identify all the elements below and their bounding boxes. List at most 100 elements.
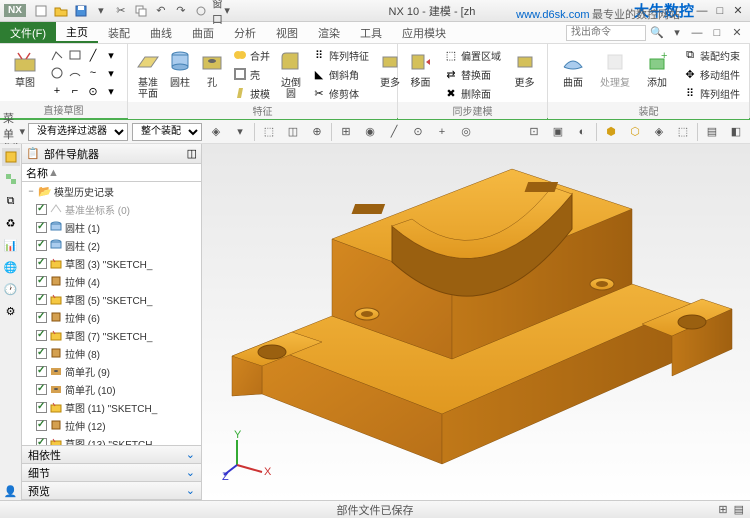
checkbox[interactable] — [36, 420, 47, 431]
offset-region-button[interactable]: ⬚偏置区域 — [441, 46, 504, 64]
sel7-icon[interactable]: ◉ — [360, 122, 380, 142]
tab-tools[interactable]: 工具 — [350, 22, 392, 43]
circle-icon[interactable] — [48, 64, 66, 82]
view1-icon[interactable]: ⊡ — [524, 122, 544, 142]
child-max-icon[interactable]: □ — [708, 24, 726, 42]
asm-nav-icon[interactable] — [2, 170, 20, 188]
browser-icon[interactable]: 🌐 — [2, 258, 20, 276]
tree-item[interactable]: 草图 (5) "SKETCH_ — [22, 290, 201, 308]
spline-icon[interactable]: ~ — [84, 64, 102, 82]
scope-select[interactable]: 整个装配 — [132, 123, 202, 141]
open-icon[interactable] — [52, 2, 70, 20]
delete-face-button[interactable]: ✖删除面 — [441, 84, 504, 102]
datum-plane-button[interactable]: 基准平面 — [134, 46, 162, 100]
tab-analysis[interactable]: 分析 — [224, 22, 266, 43]
tab-curve[interactable]: 曲线 — [140, 22, 182, 43]
sel5-icon[interactable]: ⊕ — [307, 122, 327, 142]
tree-item[interactable]: 草图 (13) "SKETCH_ — [22, 434, 201, 445]
window-menu[interactable]: 窗口▾ — [212, 2, 230, 20]
sketch-button[interactable]: 草图 — [6, 46, 44, 89]
checkbox[interactable] — [36, 222, 47, 233]
sel3-icon[interactable]: ⬚ — [259, 122, 279, 142]
filter-select[interactable]: 没有选择过滤器 — [28, 123, 128, 141]
cylinder-button[interactable]: 圆柱 — [166, 46, 194, 89]
3d-viewport[interactable]: Y X Z — [202, 144, 750, 500]
minimize-icon[interactable]: — — [694, 3, 710, 19]
tree-item[interactable]: 圆柱 (2) — [22, 236, 201, 254]
command-search[interactable] — [566, 25, 646, 41]
tree-item[interactable]: 草图 (11) "SKETCH_ — [22, 398, 201, 416]
menu-button[interactable]: 菜单(M)▾ — [4, 122, 24, 142]
tab-app[interactable]: 应用模块 — [392, 22, 456, 43]
render4-icon[interactable]: ⬚ — [673, 122, 693, 142]
surface-button[interactable]: 曲面 — [554, 46, 592, 89]
sel6-icon[interactable]: ⊞ — [336, 122, 356, 142]
sel2-icon[interactable]: ▾ — [230, 122, 250, 142]
status-info-icon[interactable]: ▤ — [734, 503, 744, 516]
hole-button[interactable]: 孔 — [198, 46, 226, 89]
tree-item[interactable]: 草图 (7) "SKETCH_ — [22, 326, 201, 344]
move-comp-button[interactable]: ✥移动组件 — [680, 65, 743, 83]
view2-icon[interactable]: ▣ — [548, 122, 568, 142]
pattern-button[interactable]: ⠿阵列特征 — [309, 46, 372, 64]
cut-icon[interactable]: ✂ — [112, 2, 130, 20]
roles-icon[interactable]: 👤 — [2, 482, 20, 500]
history-icon[interactable]: 🕐 — [2, 280, 20, 298]
checkbox[interactable] — [36, 438, 47, 446]
draft-button[interactable]: 拔模 — [230, 84, 273, 102]
checkbox[interactable] — [36, 258, 47, 269]
checkbox[interactable] — [36, 312, 47, 323]
checkbox[interactable] — [36, 276, 47, 287]
tree-item[interactable]: 草图 (3) "SKETCH_ — [22, 254, 201, 272]
new-icon[interactable] — [32, 2, 50, 20]
rect-icon[interactable] — [66, 46, 84, 64]
checkbox[interactable] — [36, 294, 47, 305]
checkbox[interactable] — [36, 348, 47, 359]
tab-surface[interactable]: 曲面 — [182, 22, 224, 43]
arc-icon[interactable] — [66, 64, 84, 82]
undo-icon[interactable]: ↶ — [152, 2, 170, 20]
detail-panel[interactable]: 细节⌄ — [22, 464, 201, 482]
save-icon[interactable] — [72, 2, 90, 20]
tree-root[interactable]: − 📂 模型历史记录 — [22, 182, 201, 200]
tab-home[interactable]: 主页 — [56, 22, 98, 43]
tree-item[interactable]: 拉伸 (8) — [22, 344, 201, 362]
view-triad[interactable]: Y X Z — [222, 430, 272, 480]
edge-blend-button[interactable]: 边倒圆 — [277, 46, 305, 100]
tree-item[interactable]: 简单孔 (10) — [22, 380, 201, 398]
pattern-comp-button[interactable]: ⠿阵列组件 — [680, 84, 743, 102]
tab-assembly[interactable]: 装配 — [98, 22, 140, 43]
sel10-icon[interactable]: + — [432, 122, 452, 142]
render1-icon[interactable]: ⬢ — [601, 122, 621, 142]
more-sync-button[interactable]: 更多 — [508, 46, 541, 89]
help-dropdown[interactable]: ▾ — [668, 24, 686, 42]
line-icon[interactable]: ╱ — [84, 46, 102, 64]
tree-item[interactable]: 基准坐标系 (0) — [22, 200, 201, 218]
tree-item[interactable]: 圆柱 (1) — [22, 218, 201, 236]
offset-icon[interactable]: ⊙ — [84, 82, 102, 100]
dropdown-icon[interactable]: ▾ — [92, 2, 110, 20]
tab-render[interactable]: 渲染 — [308, 22, 350, 43]
pin-icon[interactable]: ◫ — [187, 147, 197, 160]
chevron-down-icon[interactable]: ▾ — [102, 82, 120, 100]
hd3d-icon[interactable]: 📊 — [2, 236, 20, 254]
status-grid-icon[interactable]: ⊞ — [718, 503, 727, 516]
sel9-icon[interactable]: ⊙ — [408, 122, 428, 142]
search-icon[interactable]: 🔍 — [648, 24, 666, 42]
asm-constraint-button[interactable]: ⧉装配约束 — [680, 46, 743, 64]
feature-tree[interactable]: − 📂 模型历史记录 基准坐标系 (0)圆柱 (1)圆柱 (2)草图 (3) "… — [22, 182, 201, 445]
copy-icon[interactable] — [132, 2, 150, 20]
constraint-nav-icon[interactable]: ⧉ — [2, 192, 20, 210]
tree-item[interactable]: 拉伸 (12) — [22, 416, 201, 434]
touch-icon[interactable] — [192, 2, 210, 20]
sel4-icon[interactable]: ◫ — [283, 122, 303, 142]
sel8-icon[interactable]: ╱ — [384, 122, 404, 142]
tree-item[interactable]: 拉伸 (6) — [22, 308, 201, 326]
close-icon[interactable]: ✕ — [730, 3, 746, 19]
sel1-icon[interactable]: ◈ — [206, 122, 226, 142]
sel11-icon[interactable]: ◎ — [456, 122, 476, 142]
view3-icon[interactable]: ◐ — [572, 122, 592, 142]
trim-button[interactable]: ✂修剪体 — [309, 84, 372, 102]
checkbox[interactable] — [36, 330, 47, 341]
checkbox[interactable] — [36, 384, 47, 395]
